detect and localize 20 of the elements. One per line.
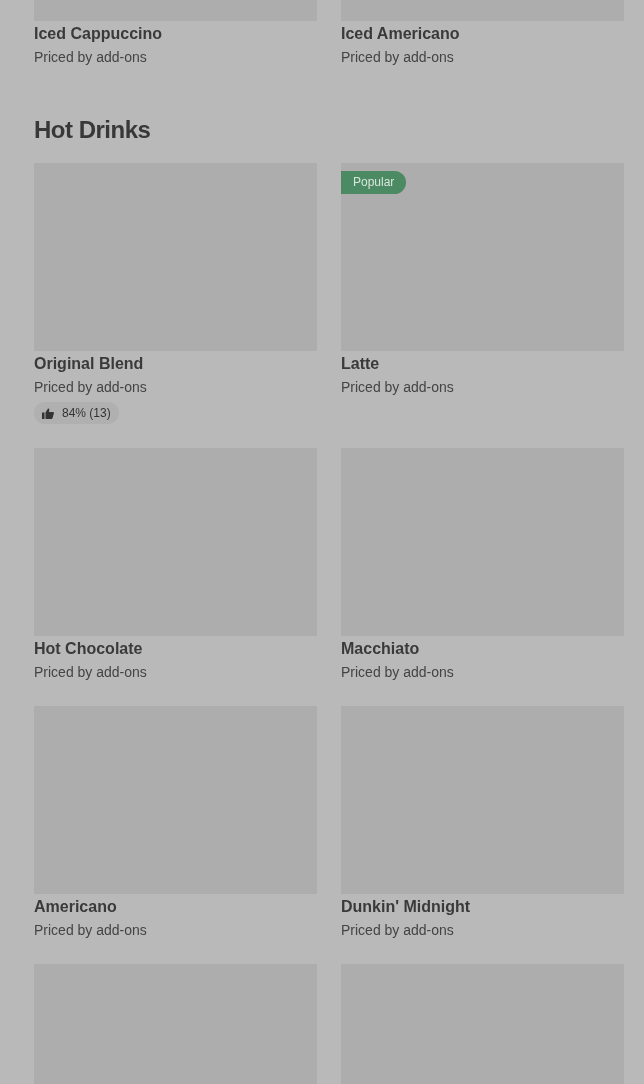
product-name: Dunkin' Midnight [341,897,472,917]
product-name: Americano [34,897,118,917]
product-name: Macchiato [341,639,421,659]
product-price: Priced by add-ons [341,378,455,397]
product-name: Iced Cappuccino [34,24,164,44]
product-name: Hot Chocolate [34,639,144,659]
product-price: Priced by add-ons [34,48,148,67]
popular-badge: Popular [341,171,407,194]
product-name: Original Blend [34,354,145,374]
product-price: Priced by add-ons [34,921,148,940]
product-price: Priced by add-ons [341,663,455,682]
thumbs-up-icon [42,407,54,419]
product-name: Latte [341,354,381,374]
product-price: Priced by add-ons [341,921,455,940]
product-price: Priced by add-ons [341,48,455,67]
product-price: Priced by add-ons [34,663,148,682]
section-heading: Hot Drinks [34,115,152,145]
product-name: Iced Americano [341,24,461,44]
rating-text: 84% (13) [62,405,111,422]
product-price: Priced by add-ons [34,378,148,397]
